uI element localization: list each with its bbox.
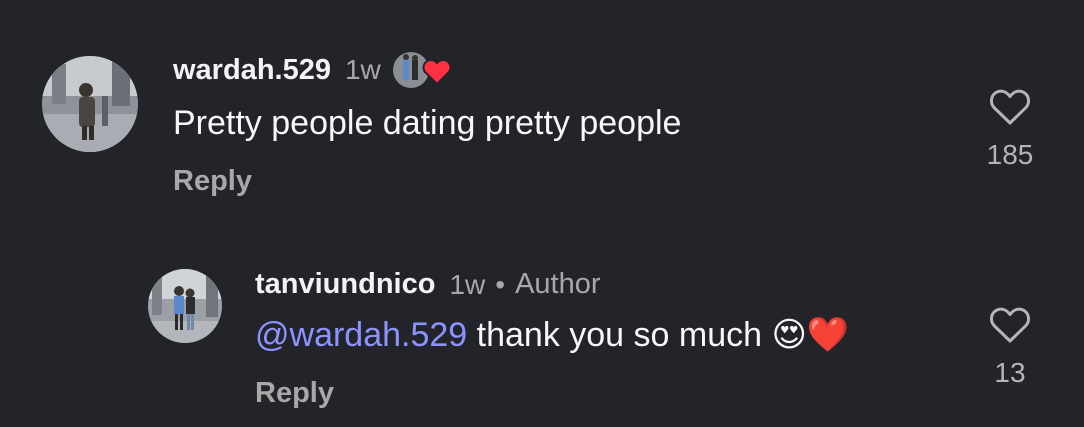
avatar-wardah[interactable]: [42, 56, 138, 152]
heart-outline-icon[interactable]: [989, 306, 1031, 344]
like-area: 13: [980, 306, 1040, 389]
reply-button[interactable]: Reply: [255, 377, 334, 410]
like-count: 185: [986, 139, 1034, 170]
avatar-photo-icon: [148, 269, 222, 343]
comment-username[interactable]: wardah.529: [173, 54, 331, 87]
author-liked-icon: [392, 52, 451, 88]
avatar-photo-icon: [42, 56, 138, 152]
avatar-tanviundnico[interactable]: [148, 269, 222, 343]
author-label: Author: [515, 268, 601, 300]
author-liked-badge: [392, 50, 451, 90]
comment-text: Pretty people dating pretty people: [173, 104, 682, 142]
comment-time: 1w: [449, 268, 486, 300]
reply-button[interactable]: Reply: [173, 165, 252, 198]
comment-body: thank you so much: [467, 316, 772, 354]
comment-time: 1w: [344, 54, 381, 85]
comment-wardah: wardah.529 1w Pretty people dating prett…: [0, 0, 1084, 220]
heart-outline-icon[interactable]: [989, 88, 1031, 126]
mention-link[interactable]: @wardah.529: [255, 316, 467, 354]
separator-dot: •: [495, 268, 506, 300]
comment-username[interactable]: tanviundnico: [255, 268, 435, 301]
like-count: 13: [994, 357, 1026, 388]
comment-emojis: 😍❤️: [771, 316, 850, 354]
comment-text: @wardah.529 thank you so much 😍❤️: [255, 315, 849, 355]
comment-tanviundnico: tanviundnico 1w • Author @wardah.529 tha…: [0, 220, 1084, 427]
like-area: 185: [980, 88, 1040, 171]
